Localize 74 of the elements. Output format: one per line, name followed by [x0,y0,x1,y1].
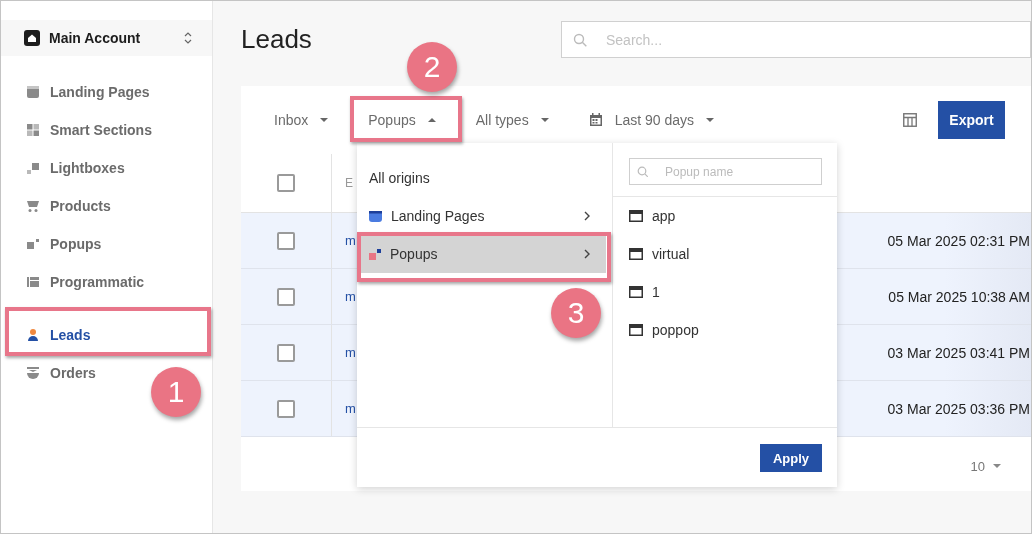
step-badge: 2 [407,42,457,92]
checkbox[interactable] [277,174,295,192]
caret-icon [993,464,1001,468]
chevron-right-icon [584,249,590,259]
popup-option[interactable]: 1 [613,273,837,311]
chevron-right-icon [584,211,590,221]
window-icon [629,210,643,222]
person-icon [26,328,40,342]
table-cell-text: 05 Mar 2025 02:31 PM [887,231,1031,251]
popup-label: poppop [652,322,699,338]
popup-label: 1 [652,284,660,300]
bowl-icon [26,366,40,380]
home-icon [24,30,40,46]
squares-icon [369,248,381,260]
filter-dropdown[interactable]: Inbox [254,101,349,139]
window-icon [629,324,643,336]
origin-label: Landing Pages [391,208,486,224]
sidebar-item[interactable]: Landing Pages [5,73,208,111]
popup-option[interactable]: poppop [613,311,837,349]
table-cell-text: 03 Mar 2025 03:36 PM [887,399,1031,419]
email-link[interactable]: m [345,401,356,416]
window-icon [629,286,643,298]
columns-icon [26,275,40,289]
origin-option[interactable]: All origins [357,163,606,193]
table-cell-text: 05 Mar 2025 10:38 AM [888,287,1031,307]
checkbox[interactable] [277,399,295,418]
up-down-chevron-icon [184,31,192,45]
filter-label: Last 90 days [614,112,695,128]
grid-icon [26,123,40,137]
filter-label: Popups [368,112,416,128]
popup-label: virtual [652,246,690,262]
popup-option[interactable]: virtual [613,235,837,273]
sidebar-item[interactable]: Programmatic [5,263,208,301]
sidebar-item[interactable]: Smart Sections [5,111,208,149]
squares-icon [26,161,40,175]
popup-label: app [652,208,676,224]
search-field[interactable]: Search... [561,21,1031,58]
origin-option[interactable]: Popups [361,235,606,273]
origin-option[interactable]: Landing Pages [357,201,606,231]
filter-label: All types [475,112,529,128]
popup-search-field[interactable]: Popup name [629,158,822,185]
checkbox[interactable] [277,343,295,362]
page-title: Leads [241,24,313,55]
column-header: E [345,176,353,190]
sidebar-item[interactable]: Lightboxes [5,149,208,187]
window-icon [629,248,643,260]
table-cell-text: 03 Mar 2025 03:41 PM [887,343,1031,363]
columns-icon [903,113,917,127]
page-size-select[interactable]: 10 [970,458,985,474]
account-name: Main Account [49,30,142,46]
account-switcher[interactable]: Main Account [1,20,212,56]
email-link[interactable]: m [345,233,356,248]
origin-label: All origins [369,170,431,186]
checkbox[interactable] [277,287,295,306]
checkbox[interactable] [277,231,295,250]
email-link[interactable]: m [345,345,356,360]
page-icon [26,85,40,99]
filter-dropdown[interactable]: Last 90 days [568,101,735,139]
popup-option[interactable]: app [613,197,837,235]
sidebar-item[interactable]: Popups [5,225,208,263]
sidebar-item[interactable]: Products [5,187,208,225]
origin-label: Popups [390,246,439,262]
search-icon [637,166,648,177]
apply-button[interactable]: Apply [760,444,822,472]
export-button[interactable]: Export [938,101,1005,139]
calendar-icon [588,113,603,127]
filter-dropdown[interactable]: All types [455,101,569,139]
email-link[interactable]: m [345,289,356,304]
squares-icon [26,237,40,251]
page-icon [369,210,382,222]
cart-icon [26,199,40,213]
search-icon [573,33,587,47]
filter-dropdown[interactable]: Popups [348,101,456,139]
filter-label: Inbox [274,112,309,128]
